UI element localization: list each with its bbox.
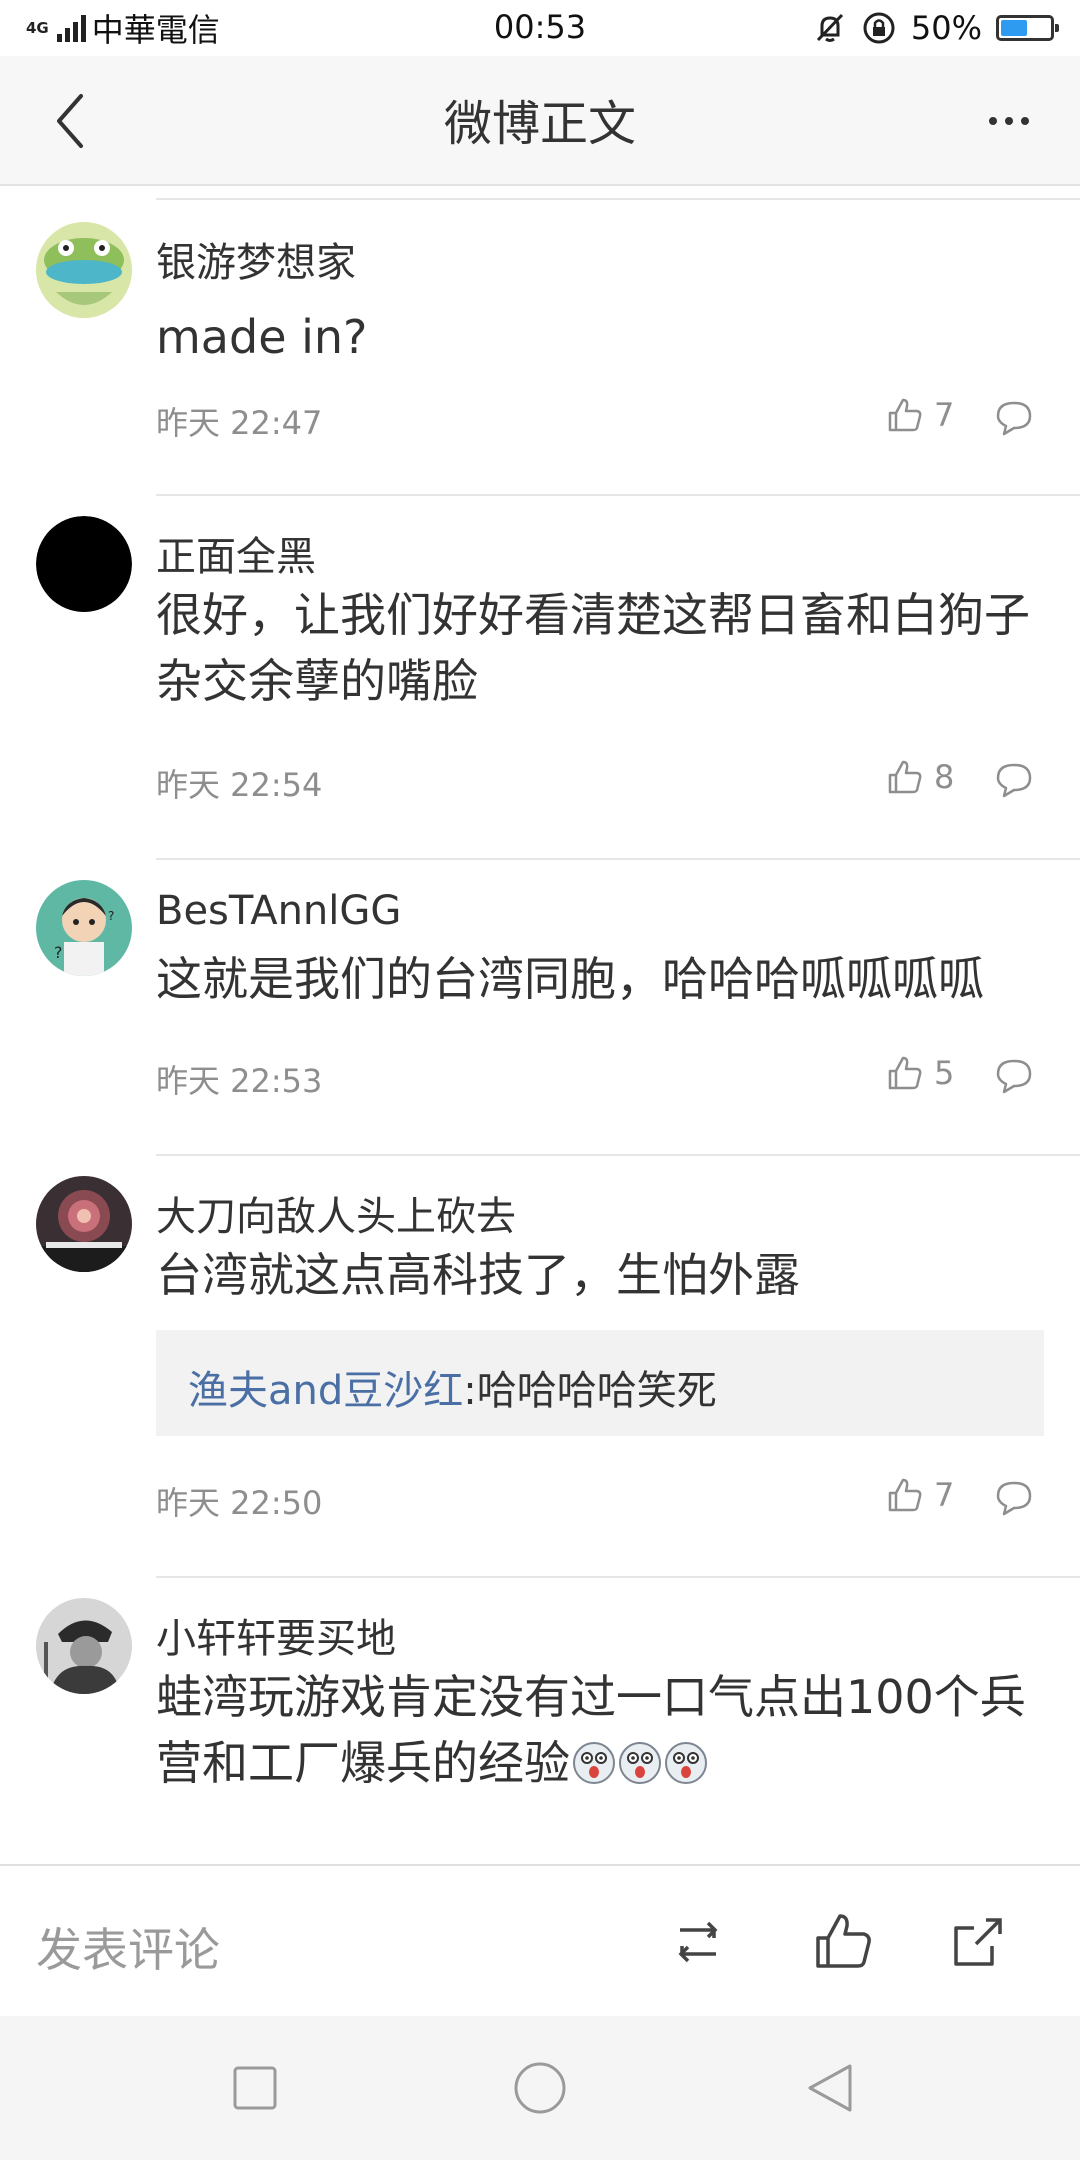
comment-item: 小轩轩要买地 蛙湾玩游戏肯定没有过一口气点出100个兵营和工厂爆兵的经验 (0, 1578, 1080, 1864)
like-count: 5 (934, 1054, 955, 1092)
comment-time: 昨天 22:47 (156, 404, 323, 442)
like-button[interactable]: 7 (886, 1476, 954, 1514)
like-button[interactable]: 8 (886, 758, 954, 796)
sub-reply[interactable]: 渔夫and豆沙红:哈哈哈哈笑死 (156, 1330, 1044, 1436)
comment-input[interactable]: 发表评论 (36, 1914, 220, 1980)
battery-percent: 50% (910, 9, 982, 47)
like-count: 8 (934, 758, 955, 796)
avatar[interactable] (36, 516, 132, 612)
dizzy-face-emoji-icon (619, 1742, 661, 1784)
reply-bubble-icon[interactable] (994, 1056, 1034, 1096)
like-count: 7 (934, 396, 955, 434)
status-bar: 4G 中華電信 00:53 50% (0, 0, 1080, 56)
svg-text:?: ? (108, 909, 114, 923)
comment-list[interactable]: 银游梦想家 made in? 昨天 22:47 7 正面全黑 很好，让我们好好看… (0, 186, 1080, 1864)
comment-text: 很好，让我们好好看清楚这帮日畜和白狗子杂交余孽的嘴脸 (156, 588, 1030, 708)
comment-time: 昨天 22:50 (156, 1484, 323, 1522)
thumbs-up-icon (888, 1056, 922, 1090)
comment-text: 蛙湾玩游戏肯定没有过一口气点出100个兵营和工厂爆兵的经验 (156, 1664, 1036, 1796)
comment-toolbar: 发表评论 (0, 1864, 1080, 2016)
comment-time: 昨天 22:54 (156, 766, 323, 804)
dizzy-face-emoji-icon (573, 1742, 615, 1784)
avatar[interactable]: ? ? (36, 880, 132, 976)
comment-username[interactable]: 小轩轩要买地 (156, 1606, 396, 1664)
comment-username[interactable]: 大刀向敌人头上砍去 (156, 1184, 516, 1242)
reply-username-link[interactable]: 渔夫and豆沙红 (188, 1368, 463, 1414)
reply-bubble-icon[interactable] (994, 760, 1034, 800)
like-icon[interactable] (812, 1910, 876, 1974)
more-button[interactable] (974, 86, 1044, 156)
comment-time: 昨天 22:53 (156, 1062, 323, 1100)
repost-icon[interactable] (666, 1910, 730, 1974)
comment-text: 台湾就这点高科技了，生怕外露 (156, 1248, 800, 1302)
page-title: 微博正文 (443, 96, 636, 152)
avatar[interactable] (36, 1176, 132, 1272)
mute-bell-icon (816, 13, 843, 42)
reply-bubble-icon[interactable] (994, 398, 1034, 438)
share-icon[interactable] (946, 1910, 1010, 1974)
comment-text: made in? (156, 310, 368, 364)
like-button[interactable]: 5 (886, 1054, 954, 1092)
thumbs-up-icon (888, 1478, 922, 1512)
rotation-lock-icon (863, 12, 895, 44)
battery-icon (996, 15, 1059, 41)
dizzy-face-emoji-icon (665, 1742, 707, 1784)
more-dots-icon (989, 117, 997, 125)
home-circle-icon[interactable] (510, 2058, 570, 2118)
navigation-bar (0, 2016, 1080, 2160)
reply-text: :哈哈哈哈笑死 (463, 1368, 717, 1414)
comment-username[interactable]: 银游梦想家 (156, 230, 356, 288)
svg-text:?: ? (54, 943, 63, 962)
thumbs-up-icon (888, 398, 922, 432)
avatar[interactable] (36, 222, 132, 318)
comment-item: 银游梦想家 made in? 昨天 22:47 7 (0, 200, 1080, 496)
recents-square-icon[interactable] (225, 2058, 285, 2118)
comment-text: 这就是我们的台湾同胞，哈哈哈呱呱呱呱 (156, 952, 984, 1006)
like-count: 7 (934, 1476, 955, 1514)
comment-username[interactable]: 正面全黑 (156, 524, 316, 582)
comment-item: ? ? BesTAnnlGG 这就是我们的台湾同胞，哈哈哈呱呱呱呱 昨天 22:… (0, 860, 1080, 1156)
header: 微博正文 (0, 56, 1080, 186)
comment-username[interactable]: BesTAnnlGG (156, 888, 401, 934)
avatar[interactable] (36, 1598, 132, 1694)
status-right: 50% (813, 8, 1059, 48)
comment-item: 大刀向敌人头上砍去 台湾就这点高科技了，生怕外露 渔夫and豆沙红:哈哈哈哈笑死… (0, 1156, 1080, 1578)
thumbs-up-icon (888, 760, 922, 794)
reply-bubble-icon[interactable] (994, 1478, 1034, 1518)
like-button[interactable]: 7 (886, 396, 954, 434)
back-triangle-icon[interactable] (800, 2058, 860, 2118)
comment-item: 正面全黑 很好，让我们好好看清楚这帮日畜和白狗子杂交余孽的嘴脸 昨天 22:54… (0, 496, 1080, 860)
